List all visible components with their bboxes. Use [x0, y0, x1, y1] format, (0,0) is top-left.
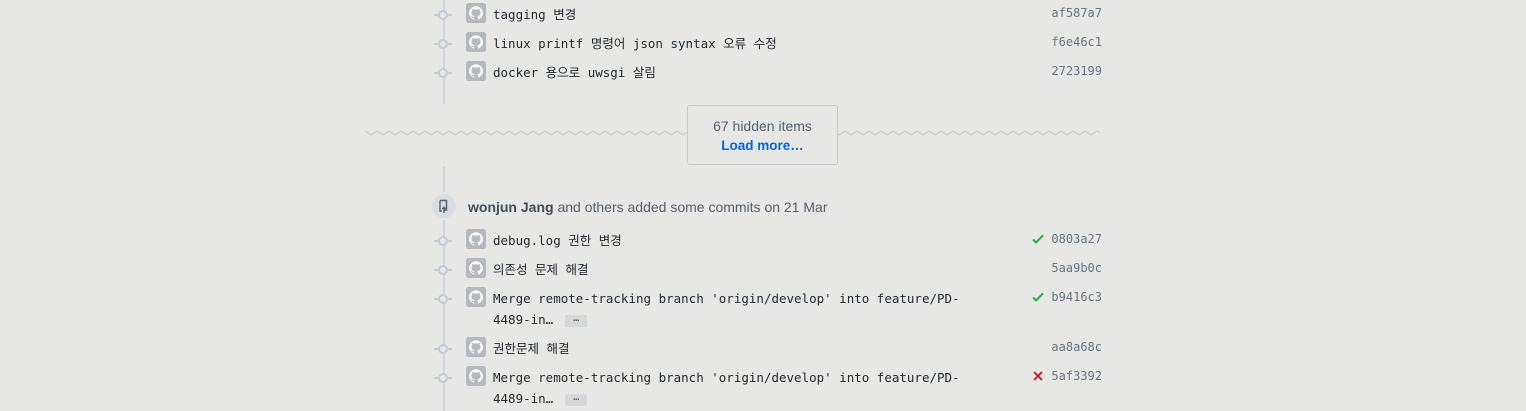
commit-dot-icon: [434, 294, 452, 304]
github-avatar-icon[interactable]: [466, 229, 486, 249]
hidden-items-box: 67 hidden items Load more…: [687, 105, 838, 165]
commit-row: linux printf 명령어 json syntax 오류 수정 f6e46…: [430, 31, 1102, 59]
load-more-link[interactable]: Load more…: [688, 138, 837, 153]
commit-message[interactable]: linux printf 명령어 json syntax 오류 수정: [493, 33, 963, 54]
commit-dot-icon: [434, 236, 452, 246]
check-icon[interactable]: [1031, 290, 1045, 304]
commit-sha[interactable]: 5af3392: [1051, 367, 1102, 385]
commit-dot-icon: [434, 39, 452, 49]
github-avatar-icon[interactable]: [466, 366, 486, 386]
expand-message-button[interactable]: …: [565, 313, 588, 327]
hidden-items-count: 67 hidden items: [713, 118, 812, 134]
check-icon[interactable]: [1031, 232, 1045, 246]
commit-dot-icon: [434, 10, 452, 20]
commit-dot-icon: [434, 344, 452, 354]
commit-row: docker 용으로 uwsgi 살림 2723199: [430, 60, 1102, 88]
commit-row: Merge remote-tracking branch 'origin/dev…: [430, 286, 1102, 332]
commit-message[interactable]: docker 용으로 uwsgi 살림: [493, 62, 963, 83]
commit-dot-icon: [434, 68, 452, 78]
commit-message[interactable]: tagging 변경: [493, 4, 963, 25]
x-icon[interactable]: [1031, 369, 1045, 383]
push-event-description: and others added some commits on 21 Mar: [553, 199, 828, 215]
push-event-header: wonjun Jang and others added some commit…: [468, 199, 827, 215]
commit-message[interactable]: debug.log 권한 변경: [493, 230, 963, 251]
commit-sha[interactable]: af587a7: [1051, 4, 1102, 22]
commit-dot-icon: [434, 265, 452, 275]
commit-message[interactable]: Merge remote-tracking branch 'origin/dev…: [493, 370, 960, 406]
commit-message-wrap: Merge remote-tracking branch 'origin/dev…: [493, 367, 963, 409]
github-avatar-icon[interactable]: [466, 61, 486, 81]
commit-message-wrap: Merge remote-tracking branch 'origin/dev…: [493, 288, 963, 330]
commit-row: Merge remote-tracking branch 'origin/dev…: [430, 365, 1102, 411]
commit-dot-icon: [434, 373, 452, 383]
commit-row: 권한문제 해결 aa8a68c: [430, 336, 1102, 364]
expand-message-button[interactable]: …: [565, 392, 588, 406]
commit-sha[interactable]: 5aa9b0c: [1051, 259, 1102, 277]
github-avatar-icon[interactable]: [466, 337, 486, 357]
commit-sha[interactable]: 0803a27: [1051, 230, 1102, 248]
commit-message[interactable]: 권한문제 해결: [493, 338, 963, 359]
commit-row: debug.log 권한 변경 0803a27: [430, 228, 1102, 256]
repo-push-icon: [430, 192, 458, 220]
commit-sha[interactable]: aa8a68c: [1051, 338, 1102, 356]
github-avatar-icon[interactable]: [466, 258, 486, 278]
github-avatar-icon[interactable]: [466, 287, 486, 307]
github-avatar-icon[interactable]: [466, 3, 486, 23]
commit-message[interactable]: Merge remote-tracking branch 'origin/dev…: [493, 291, 960, 327]
commit-row: tagging 변경 af587a7: [430, 2, 1102, 30]
commit-row: 의존성 문제 해결 5aa9b0c: [430, 257, 1102, 285]
push-author-link[interactable]: wonjun Jang: [468, 199, 554, 215]
commit-sha[interactable]: f6e46c1: [1051, 33, 1102, 51]
commit-sha[interactable]: 2723199: [1051, 62, 1102, 80]
commit-sha[interactable]: b9416c3: [1051, 288, 1102, 306]
github-avatar-icon[interactable]: [466, 32, 486, 52]
commit-message[interactable]: 의존성 문제 해결: [493, 259, 963, 280]
